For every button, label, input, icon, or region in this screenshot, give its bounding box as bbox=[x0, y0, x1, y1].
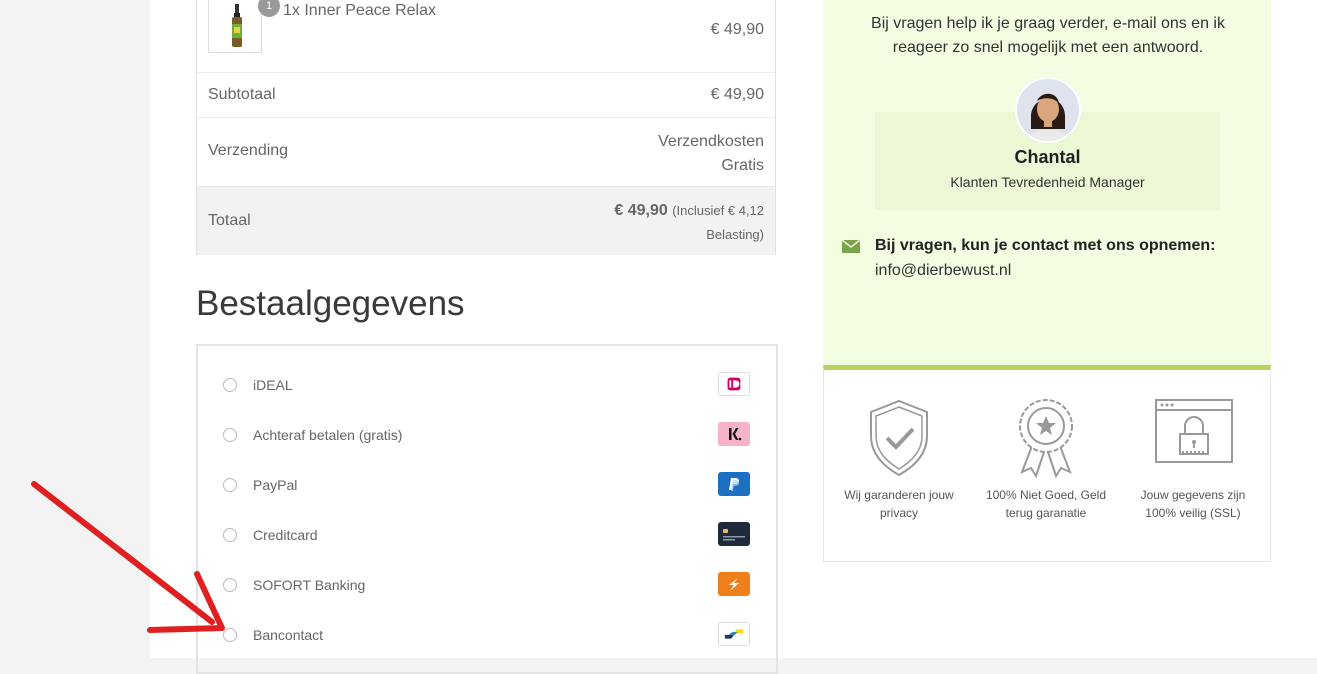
annotation-arrow bbox=[31, 481, 225, 633]
